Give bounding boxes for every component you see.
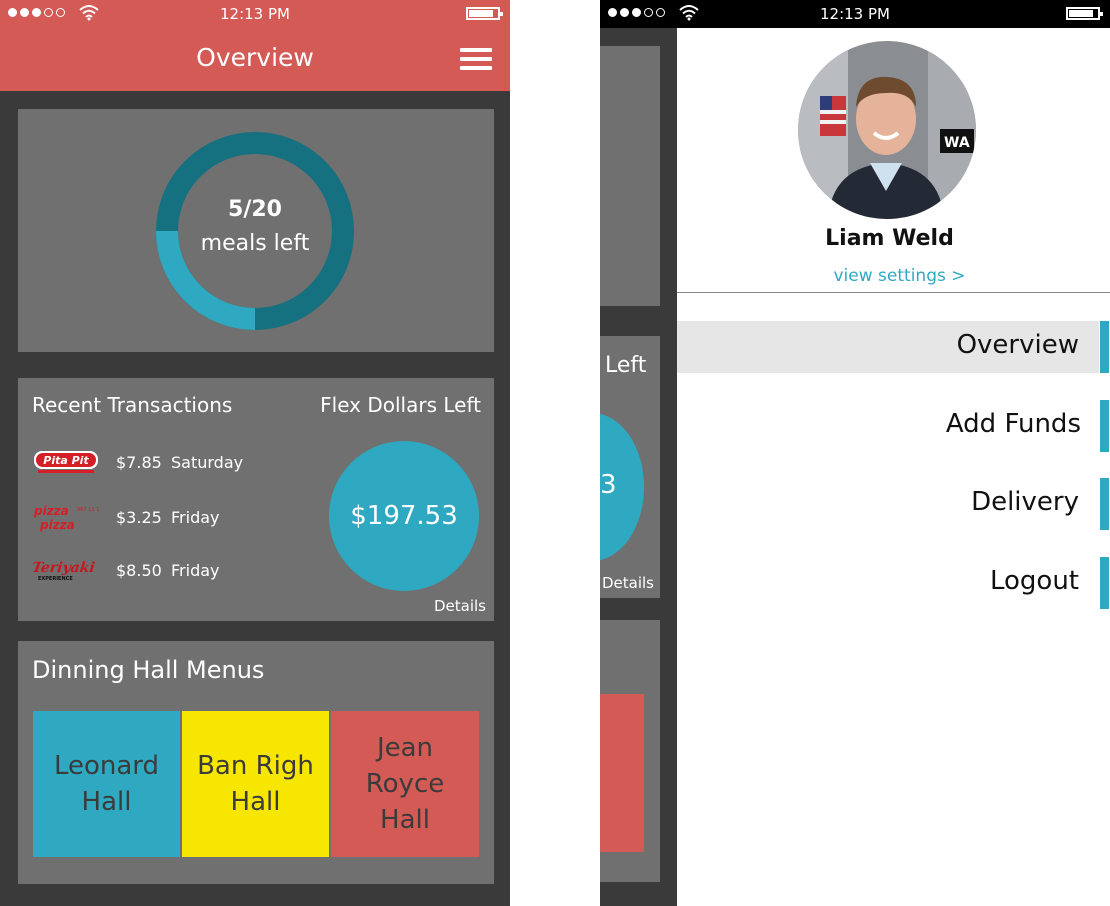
underlying-hall-tile: [600, 694, 644, 852]
page-title: Overview: [196, 43, 314, 72]
navbar: 12:13 PM Overview: [0, 0, 510, 91]
underlying-overview[interactable]: Left 3 Details: [600, 28, 677, 906]
teriyaki-experience-logo: Teriyaki EXPERIENCE: [32, 560, 96, 582]
transaction-day: Friday: [171, 561, 220, 580]
flex-dollars-amount: $197.53: [350, 501, 458, 531]
battery-icon: [1066, 7, 1103, 20]
battery-icon: [466, 7, 503, 20]
transaction-row[interactable]: Pita Pit $7.85 Saturday: [32, 447, 272, 477]
menu-item-indicator: [1100, 478, 1109, 530]
menu-item-indicator: [1100, 400, 1109, 452]
hall-tile-jean-royce[interactable]: Jean Royce Hall: [331, 711, 479, 857]
meals-count: 5/20: [228, 197, 282, 222]
hamburger-menu-icon[interactable]: [460, 48, 492, 70]
pita-pit-logo: Pita Pit: [34, 451, 98, 473]
menu-item-delivery[interactable]: Delivery: [677, 478, 1109, 530]
side-drawer: WA Liam Weld view settings > Overview Ad…: [677, 28, 1110, 906]
transaction-amount: $8.50: [116, 561, 162, 580]
flex-heading: Flex Dollars Left: [320, 393, 481, 417]
status-time: 12:13 PM: [820, 5, 890, 23]
svg-text:Teriyaki: Teriyaki: [32, 560, 96, 576]
avatar[interactable]: WA: [798, 41, 976, 219]
transaction-amount: $7.85: [116, 453, 162, 472]
avatar-photo: WA: [798, 41, 976, 219]
meals-card: 5/20 meals left: [18, 109, 494, 352]
underlying-heading-fragment: Left: [605, 353, 647, 378]
svg-text:EXPERIENCE: EXPERIENCE: [38, 576, 73, 582]
details-link[interactable]: Details: [434, 597, 486, 615]
underlying-card: [600, 46, 660, 306]
dining-heading: Dinning Hall Menus: [32, 656, 265, 684]
svg-text:pizza: pizza: [39, 518, 75, 532]
transactions-card: Recent Transactions Flex Dollars Left Pi…: [18, 378, 494, 621]
status-bar: 12:13 PM: [0, 0, 510, 28]
status-bar: 12:13 PM: [600, 0, 1110, 28]
dining-card: Dinning Hall Menus Leonard Hall Ban Righ…: [18, 641, 494, 884]
svg-text:pizza: pizza: [33, 504, 69, 518]
hall-name: Leonard Hall: [53, 751, 160, 817]
transaction-amount: $3.25: [116, 508, 162, 527]
meals-label: meals left: [200, 231, 310, 256]
hall-name: Jean Royce Hall: [365, 733, 445, 835]
underlying-details-link: Details: [602, 574, 655, 592]
menu-item-indicator: [1100, 321, 1109, 373]
menu-item-label: Delivery: [971, 487, 1079, 517]
menu-item-label: Logout: [989, 566, 1079, 596]
transaction-day: Friday: [171, 508, 220, 527]
hall-tile-leonard[interactable]: Leonard Hall: [33, 711, 180, 857]
svg-text:967 11 11: 967 11 11: [77, 507, 100, 513]
transaction-row[interactable]: Teriyaki EXPERIENCE $8.50 Friday: [32, 555, 272, 585]
transaction-day: Saturday: [171, 453, 244, 472]
menu-item-label: Overview: [956, 330, 1079, 360]
svg-text:Pita Pit: Pita Pit: [43, 454, 89, 467]
user-name: Liam Weld: [825, 226, 954, 251]
svg-text:WA: WA: [944, 135, 970, 151]
status-time: 12:13 PM: [220, 5, 290, 23]
flex-dollars-circle[interactable]: $197.53: [329, 441, 479, 591]
transaction-row[interactable]: pizza pizza 967 11 11 $3.25 Friday: [32, 502, 272, 532]
divider: [677, 292, 1110, 293]
menu-screen: 12:13 PM Left 3 Details WA Liam Weld vie…: [600, 0, 1110, 906]
overview-screen: 12:13 PM Overview 5/20 meals left Recent…: [0, 0, 510, 906]
hall-name: Ban Righ Hall: [197, 751, 314, 817]
menu-item-label: Add Funds: [945, 409, 1081, 439]
hall-tile-ban-righ[interactable]: Ban Righ Hall: [182, 711, 329, 857]
underlying-amount-fragment: 3: [600, 470, 617, 500]
menu-item-indicator: [1100, 557, 1109, 609]
pizza-pizza-logo: pizza pizza 967 11 11: [33, 504, 100, 532]
menu-item-overview[interactable]: Overview: [677, 321, 1109, 373]
menu-item-logout[interactable]: Logout: [677, 557, 1109, 609]
menu-item-add-funds[interactable]: Add Funds: [677, 400, 1109, 452]
transactions-heading: Recent Transactions: [32, 393, 233, 417]
view-settings-link[interactable]: view settings >: [677, 266, 1110, 286]
